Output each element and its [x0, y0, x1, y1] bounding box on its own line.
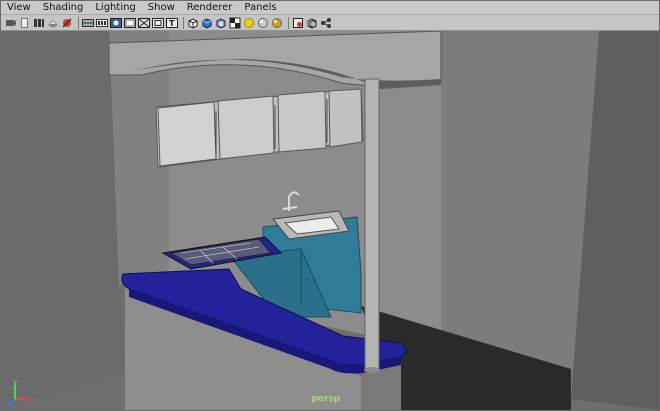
menu-shading[interactable]: Shading — [37, 1, 90, 15]
support-pole — [364, 78, 380, 372]
panel-toolbar: T — [1, 15, 659, 31]
toolbar-separator — [288, 16, 289, 29]
menu-lighting[interactable]: Lighting — [89, 1, 141, 15]
view-axis-indicator: x y z — [7, 377, 37, 408]
bookmarks-icon[interactable] — [19, 17, 31, 29]
xray-active-icon[interactable] — [320, 17, 332, 29]
menu-view[interactable]: View — [1, 1, 37, 15]
use-all-lights-icon[interactable] — [243, 17, 255, 29]
wireframe-icon[interactable] — [187, 17, 199, 29]
z-axis-icon — [9, 398, 16, 405]
axis-z-label: z — [7, 400, 11, 407]
field-chart-icon[interactable] — [138, 17, 150, 29]
gate-mask-icon[interactable] — [124, 17, 136, 29]
grease-pencil-icon[interactable] — [61, 17, 73, 29]
default-material-icon[interactable] — [215, 17, 227, 29]
shaded-light-icon[interactable] — [257, 17, 269, 29]
film-gate-icon[interactable] — [96, 17, 108, 29]
camera-attributes-icon[interactable] — [5, 17, 17, 29]
safe-action-icon[interactable] — [152, 17, 164, 29]
3d-viewport[interactable]: x y z persp — [1, 31, 659, 410]
menu-show[interactable]: Show — [142, 1, 181, 15]
maya-viewport-panel: View Shading Lighting Show Renderer Pane… — [0, 0, 660, 411]
svg-text:T: T — [169, 19, 175, 28]
safe-title-icon[interactable]: T — [166, 17, 178, 29]
isolate-select-icon[interactable] — [292, 17, 304, 29]
2d-pan-zoom-icon[interactable] — [47, 17, 59, 29]
kitchen-scene[interactable] — [1, 31, 659, 410]
toolbar-separator — [78, 16, 79, 29]
grid-icon[interactable] — [82, 17, 94, 29]
menu-panels[interactable]: Panels — [238, 1, 282, 15]
axis-y-label: y — [13, 378, 17, 386]
xray-icon[interactable] — [271, 17, 283, 29]
panel-menu-bar: View Shading Lighting Show Renderer Pane… — [1, 1, 659, 15]
toolbar-separator — [183, 16, 184, 29]
menu-renderer[interactable]: Renderer — [181, 1, 239, 15]
axis-x-label: x — [30, 396, 34, 404]
resolution-gate-icon[interactable] — [110, 17, 122, 29]
shadows-icon[interactable] — [229, 17, 241, 29]
image-plane-icon[interactable] — [33, 17, 45, 29]
camera-name-label: persp — [311, 394, 341, 404]
xray-joints-icon[interactable] — [306, 17, 318, 29]
smooth-shade-icon[interactable] — [201, 17, 213, 29]
